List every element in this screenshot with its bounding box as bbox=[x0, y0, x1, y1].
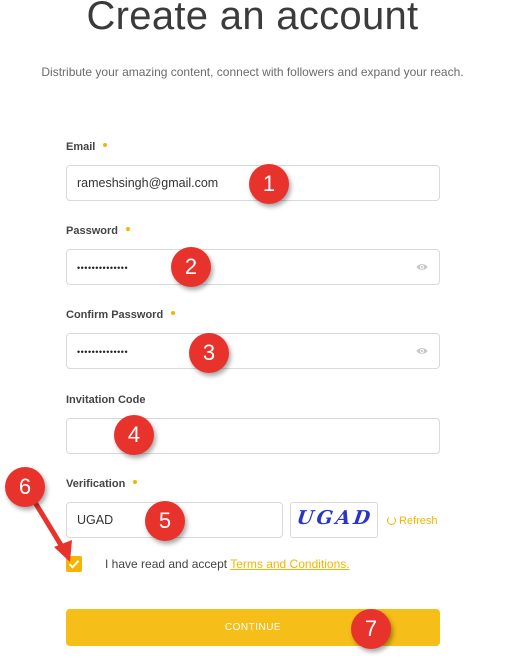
invitation-code-label: Invitation Code bbox=[66, 394, 145, 406]
password-field[interactable]: •••••••••••••• bbox=[66, 249, 440, 285]
verification-label-text: Verification bbox=[66, 478, 126, 490]
annotation-badge-4: 4 bbox=[114, 415, 154, 455]
annotation-badge-2: 2 bbox=[171, 247, 211, 287]
email-value: rameshsingh@gmail.com bbox=[77, 176, 219, 190]
required-dot bbox=[133, 480, 138, 484]
refresh-icon bbox=[387, 516, 396, 525]
required-dot bbox=[125, 227, 130, 231]
required-dot bbox=[103, 143, 108, 147]
confirm-password-label: Confirm Password bbox=[66, 309, 176, 321]
confirm-password-field[interactable]: •••••••••••••• bbox=[66, 333, 440, 369]
terms-text: I have read and accept Terms and Conditi… bbox=[105, 557, 350, 571]
terms-link[interactable]: Terms and Conditions. bbox=[230, 557, 349, 571]
refresh-label: Refresh bbox=[399, 515, 438, 527]
annotation-arrow-icon bbox=[33, 501, 72, 562]
annotation-badge-6: 6 bbox=[5, 467, 45, 507]
annotation-badge-5: 5 bbox=[145, 501, 185, 541]
terms-prefix: I have read and accept bbox=[105, 557, 231, 571]
confirm-password-masked-value: •••••••••••••• bbox=[77, 347, 129, 357]
confirm-password-label-text: Confirm Password bbox=[66, 309, 164, 321]
captcha-text: UGAD bbox=[295, 507, 375, 529]
page-title: Create an account bbox=[86, 0, 419, 38]
password-label: Password bbox=[66, 225, 130, 237]
password-label-text: Password bbox=[66, 225, 118, 237]
email-label: Email bbox=[66, 141, 108, 153]
eye-icon[interactable] bbox=[416, 346, 428, 356]
password-masked-value: •••••••••••••• bbox=[77, 263, 129, 273]
verification-label: Verification bbox=[66, 478, 138, 490]
page-subtitle: Distribute your amazing content, connect… bbox=[41, 65, 464, 79]
annotation-badge-7: 7 bbox=[351, 609, 391, 649]
captcha-image: UGAD bbox=[290, 502, 378, 538]
email-label-text: Email bbox=[66, 141, 96, 153]
annotation-badge-1: 1 bbox=[249, 164, 289, 204]
required-dot bbox=[171, 311, 176, 315]
annotation-badge-3: 3 bbox=[189, 333, 229, 373]
eye-icon[interactable] bbox=[416, 262, 428, 272]
verification-value: UGAD bbox=[77, 513, 114, 527]
invitation-code-label-text: Invitation Code bbox=[66, 394, 146, 406]
refresh-captcha-button[interactable]: Refresh bbox=[387, 515, 438, 527]
